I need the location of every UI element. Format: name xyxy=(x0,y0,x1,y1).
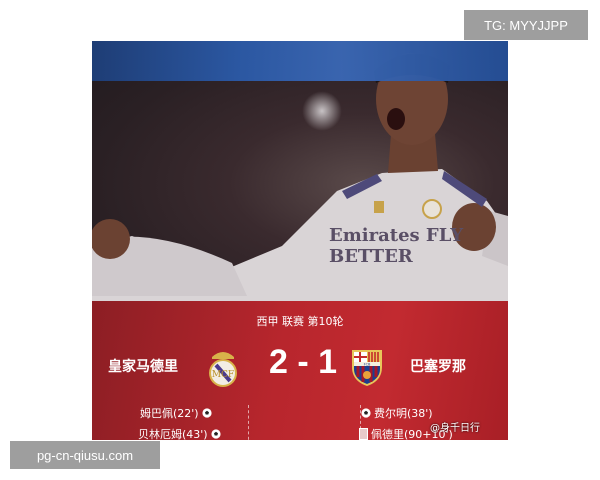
stadium-light-glow xyxy=(302,91,342,131)
watermark-site: pg-cn-qiusu.com xyxy=(10,441,160,469)
match-score: 2 - 1 xyxy=(268,343,338,381)
home-timeline-line xyxy=(248,405,250,440)
away-goal-event: 费尔明(38') xyxy=(358,405,433,421)
football-icon xyxy=(202,408,212,418)
home-goal-event: 姆巴佩(22') xyxy=(140,405,215,421)
svg-text:FCB: FCB xyxy=(364,363,371,367)
home-goal-label: 姆巴佩(22') xyxy=(140,407,199,420)
home-team-name: 皇家马德里 xyxy=(108,359,178,375)
player-celebration-photo: Emirates FLY BETTER xyxy=(92,41,508,301)
svg-text:MCF: MCF xyxy=(212,370,234,380)
stadium-lights xyxy=(92,41,508,81)
image-credit: @身千日行 xyxy=(430,423,480,434)
away-goal-label: 费尔明(38') xyxy=(374,407,433,420)
league-round-label: 西甲 联赛 第10轮 xyxy=(256,315,344,328)
barcelona-crest-icon: FCB xyxy=(352,350,382,386)
red-card-icon xyxy=(359,428,368,440)
away-team-name: 巴塞罗那 xyxy=(410,359,466,375)
football-icon xyxy=(361,408,371,418)
watermark-tg: TG: MYYJJPP xyxy=(464,10,588,40)
scoreboard-banner: 西甲 联赛 第10轮 皇家马德里 MCF 2 - 1 FCB 巴塞罗那 姆巴佩(… xyxy=(92,301,508,440)
football-icon xyxy=(211,429,221,439)
match-image-card: Emirates FLY BETTER 西甲 联赛 第10轮 皇家马德里 MCF… xyxy=(92,41,508,440)
home-goal-label: 贝林厄姆(43') xyxy=(138,428,208,440)
real-madrid-crest-icon: MCF xyxy=(209,352,237,387)
jersey-sponsor-text: Emirates FLY BETTER xyxy=(329,225,464,267)
home-goal-event: 贝林厄姆(43') xyxy=(138,426,224,440)
